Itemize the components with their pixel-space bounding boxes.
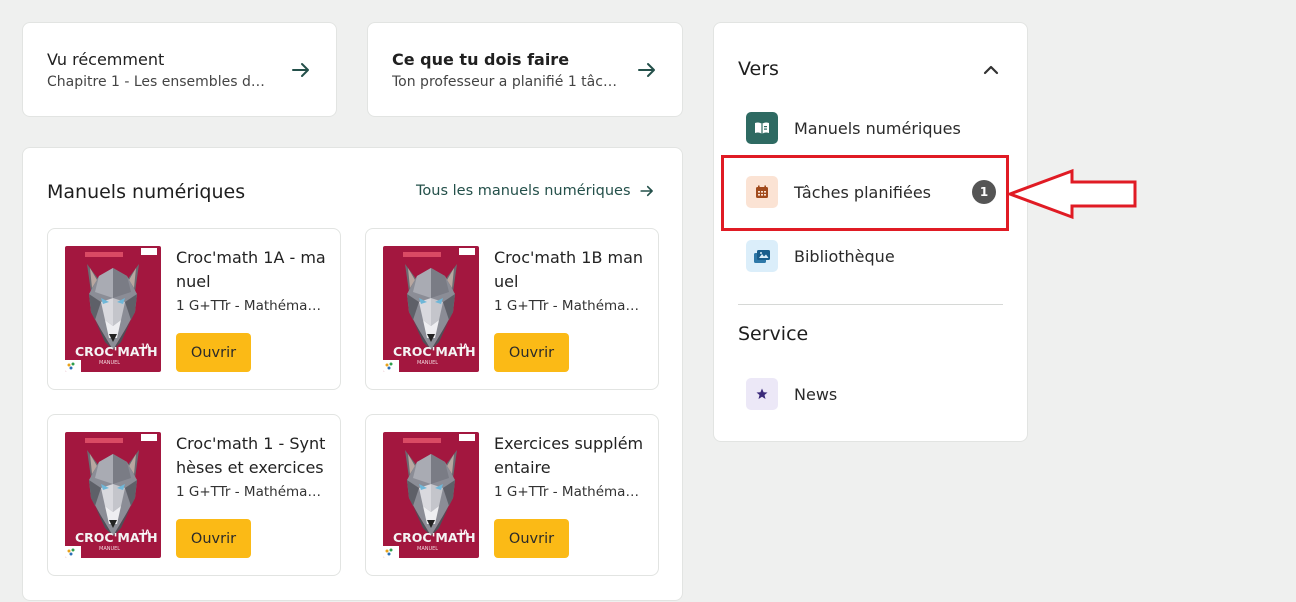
vers-heading: Vers [738,58,779,80]
vers-panel: Vers Manuels numériques Tâches planifiée… [713,22,1028,442]
nav-item-news[interactable]: News [746,377,1006,411]
book-title: Croc'math 1B man uel [494,248,644,291]
todo-card[interactable]: Ce que tu dois faire Ton professeur a pl… [367,22,683,117]
book-title: Croc'math 1A - ma nuel [176,248,326,291]
divider [738,304,1003,305]
svg-text:1A: 1A [459,343,468,350]
book-cover: CROC'MATH 1A MANUEL [383,432,479,558]
svg-text:1A: 1A [141,529,150,536]
open-button[interactable]: Ouvrir [176,519,251,558]
svg-text:MANUEL: MANUEL [99,546,120,552]
book-card[interactable]: CROC'MATH 1A MANUEL Croc'math 1A - ma nuel… [47,228,341,390]
book-cover: CROC'MATH 1A MANUEL [383,246,479,372]
book-cover: CROC'MATH 1A MANUEL [65,432,161,558]
open-button[interactable]: Ouvrir [494,333,569,372]
manuals-card: Manuels numériques Tous les manuels numé… [22,147,683,601]
library-icon [746,240,778,272]
annotation-highlight-box [721,155,1009,231]
all-manuals-label: Tous les manuels numériques [416,183,631,199]
recent-card[interactable]: Vu récemment Chapitre 1 - Les ensembles … [22,22,337,117]
book-subtitle: 1 G+TTr - Mathémati... [176,484,326,500]
book-card[interactable]: CROC'MATH 1A MANUEL Croc'math 1 - Synt hès… [47,414,341,576]
book-subtitle: 1 G+TTr - Mathémati... [494,484,644,500]
nav-label: News [794,384,838,404]
book-icon [746,112,778,144]
todo-subtitle: Ton professeur a planifié 1 tâche [392,74,617,90]
annotation-arrow-icon [1006,168,1137,220]
nav-item-bibliotheque[interactable]: Bibliothèque [746,239,1006,273]
book-cover: CROC'MATH 1A MANUEL [65,246,161,372]
open-button[interactable]: Ouvrir [494,519,569,558]
todo-title: Ce que tu dois faire [392,50,570,69]
nav-item-manuels[interactable]: Manuels numériques [746,111,1006,145]
svg-text:1A: 1A [141,343,150,350]
open-button[interactable]: Ouvrir [176,333,251,372]
recent-subtitle: Chapitre 1 - Les ensembles de n... [47,74,272,90]
book-subtitle: 1 G+TTr - Mathémati... [494,298,644,314]
chevron-up-icon[interactable] [982,63,1000,75]
svg-text:MANUEL: MANUEL [99,360,120,366]
star-icon [746,378,778,410]
book-title: Exercices supplém entaire [494,434,644,477]
book-subtitle: 1 G+TTr - Mathémati... [176,298,326,314]
svg-text:MANUEL: MANUEL [417,546,438,552]
arrow-right-icon[interactable] [290,59,312,81]
arrow-right-icon[interactable] [636,59,658,81]
book-card[interactable]: CROC'MATH 1A MANUEL Exercices supplém enta… [365,414,659,576]
all-manuals-link[interactable]: Tous les manuels numériques [416,183,655,199]
manuals-heading: Manuels numériques [47,181,246,203]
svg-text:MANUEL: MANUEL [417,360,438,366]
recent-title: Vu récemment [47,50,165,69]
book-title: Croc'math 1 - Synt hèses et exercices [176,434,326,477]
arrow-right-icon [639,185,653,197]
book-card[interactable]: CROC'MATH 1A MANUEL Croc'math 1B man uel 1… [365,228,659,390]
nav-label: Bibliothèque [794,246,895,266]
nav-label: Manuels numériques [794,118,961,138]
service-heading: Service [738,323,809,345]
svg-text:1A: 1A [459,529,468,536]
